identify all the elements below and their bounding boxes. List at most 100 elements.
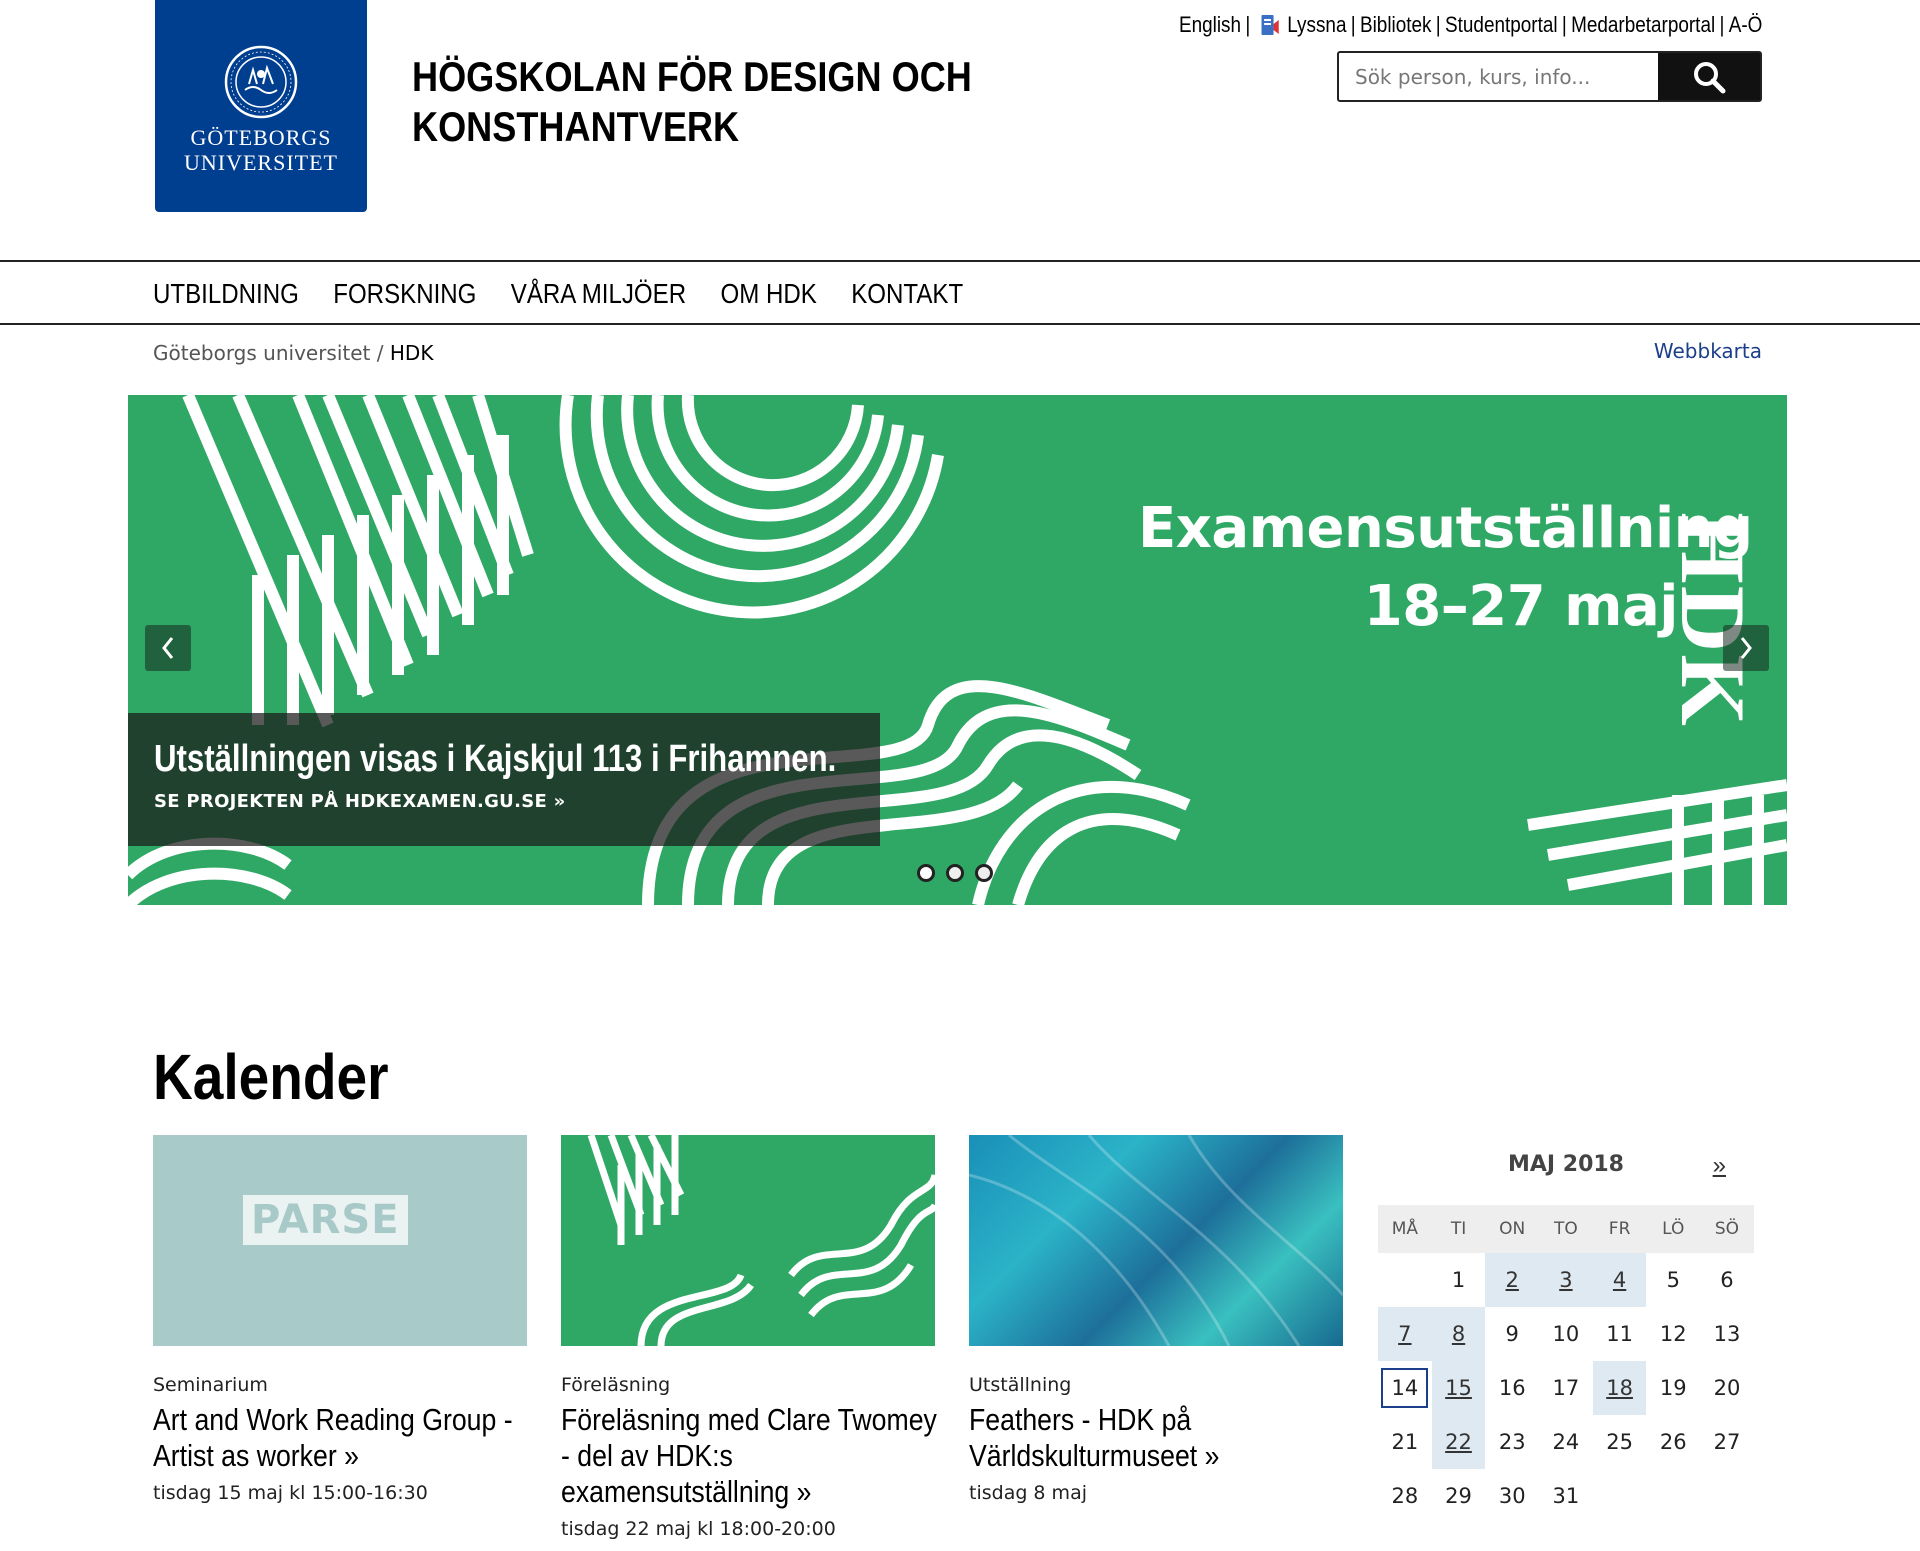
- arrow: »: [796, 1474, 812, 1509]
- calendar-day: 25: [1606, 1430, 1633, 1454]
- event-category: Föreläsning: [561, 1374, 671, 1396]
- event-card[interactable]: Föreläsning Föreläsning med Clare Twomey…: [561, 1135, 937, 1540]
- event-image[interactable]: [969, 1135, 1343, 1346]
- calendar-day: 24: [1552, 1430, 1580, 1454]
- nav-link[interactable]: FORSKNING: [333, 278, 476, 309]
- parse-logo: PARSE: [243, 1195, 408, 1245]
- hero-caption: Utställningen visas i Kajskjul 113 i Fri…: [128, 713, 880, 846]
- nav-link[interactable]: UTBILDNING: [153, 278, 299, 309]
- event-title[interactable]: Art and Work Reading Group - Artist as w…: [153, 1402, 531, 1474]
- event-category: Utställning: [969, 1374, 1072, 1396]
- arrow: »: [1204, 1438, 1220, 1473]
- nav-item-om-hdk[interactable]: OM HDK: [721, 278, 817, 310]
- nav-link[interactable]: OM HDK: [721, 278, 817, 309]
- nav-item-kontakt[interactable]: KONTAKT: [851, 278, 963, 310]
- calendar-month: MAJ 2018: [1508, 1152, 1624, 1177]
- hero-vertical-text: HDK: [1662, 512, 1764, 728]
- search-button[interactable]: [1658, 53, 1760, 100]
- nav-item-forskning[interactable]: FORSKNING: [333, 278, 476, 310]
- calendar-header: MAJ 2018 »: [1378, 1135, 1754, 1205]
- calendar-weekday: SÖ: [1700, 1205, 1754, 1253]
- calendar-day: 16: [1498, 1376, 1526, 1400]
- calendar-day: 31: [1552, 1484, 1580, 1508]
- separator: |: [1561, 12, 1567, 37]
- event-card[interactable]: Utställning Feathers - HDK på Världskult…: [969, 1135, 1343, 1504]
- carousel-dot-2[interactable]: [946, 864, 964, 882]
- search-input[interactable]: [1339, 53, 1658, 100]
- calendar-day-event[interactable]: 15: [1431, 1361, 1486, 1415]
- calendar-day: 28: [1391, 1484, 1419, 1508]
- event-title[interactable]: Feathers - HDK på Världskulturmuseet »: [969, 1402, 1347, 1474]
- nav-item-utbildning[interactable]: UTBILDNING: [153, 278, 299, 310]
- calendar-day: 6: [1720, 1268, 1734, 1292]
- event-date: tisdag 15 maj kl 15:00-16:30: [153, 1482, 428, 1504]
- carousel-prev-button[interactable]: [145, 625, 191, 671]
- site-title[interactable]: HÖGSKOLAN FÖR DESIGN OCH KONSTHANTVERK: [412, 52, 972, 152]
- event-image[interactable]: [561, 1135, 935, 1346]
- calendar-day-event[interactable]: 22: [1431, 1415, 1486, 1469]
- calendar-heading: Kalender: [153, 1041, 389, 1113]
- event-title-link[interactable]: Föreläsning med Clare Twomey - del av HD…: [561, 1402, 937, 1509]
- calendar-weekday: TO: [1539, 1205, 1593, 1253]
- calendar-day: 11: [1606, 1322, 1633, 1346]
- calendar-day: 1: [1451, 1268, 1466, 1292]
- hero-headline: Examensutställning 18–27 maj: [1138, 496, 1753, 639]
- calendar-day: 5: [1666, 1268, 1680, 1292]
- nav-item-vara-miljoer[interactable]: VÅRA MILJÖER: [511, 278, 686, 310]
- student-portal-link[interactable]: Studentportal: [1445, 12, 1558, 38]
- chevron-right-icon: [1740, 637, 1752, 659]
- event-category: Seminarium: [153, 1374, 268, 1396]
- search-icon: [1694, 61, 1726, 93]
- calendar-day: 26: [1659, 1430, 1687, 1454]
- separator: |: [1350, 12, 1356, 37]
- calendar-empty-cell: [1378, 1253, 1432, 1307]
- carousel-dot-1[interactable]: [917, 864, 935, 882]
- event-title[interactable]: Föreläsning med Clare Twomey - del av HD…: [561, 1402, 939, 1510]
- calendar-day: 19: [1659, 1376, 1687, 1400]
- arrow: »: [344, 1438, 359, 1473]
- hero-carousel[interactable]: Examensutställning 18–27 maj HDK Utställ…: [128, 395, 1787, 905]
- calendar-day-event[interactable]: 2: [1485, 1253, 1540, 1307]
- calendar-next-button[interactable]: »: [1713, 1152, 1726, 1180]
- calendar-weekday: LÖ: [1646, 1205, 1701, 1253]
- calendar-day-event[interactable]: 4: [1592, 1253, 1647, 1307]
- calendar-day: 20: [1713, 1376, 1741, 1400]
- calendar-day-event[interactable]: 7: [1378, 1307, 1432, 1361]
- carousel-next-button[interactable]: [1723, 625, 1769, 671]
- english-link[interactable]: English: [1179, 12, 1241, 38]
- calendar-day-event[interactable]: 8: [1431, 1307, 1486, 1361]
- calendar-day: 27: [1713, 1430, 1741, 1454]
- nav-link[interactable]: KONTAKT: [851, 278, 963, 309]
- listen-link[interactable]: Lyssna: [1287, 12, 1346, 38]
- university-logo[interactable]: GÖTEBORGS UNIVERSITET: [155, 0, 367, 212]
- listen-icon[interactable]: [1259, 12, 1281, 38]
- search-bar: [1337, 51, 1762, 102]
- calendar-day: 12: [1659, 1322, 1687, 1346]
- calendar-weekday: MÅ: [1378, 1205, 1432, 1253]
- breadcrumb: Göteborgs universitet / HDK: [153, 341, 433, 365]
- calendar-weekday: ON: [1485, 1205, 1540, 1253]
- hero-caption-link[interactable]: SE PROJEKTEN PÅ HDKEXAMEN.GU.SE »: [154, 791, 566, 812]
- calendar-day: 23: [1498, 1430, 1526, 1454]
- separator: |: [1719, 12, 1725, 37]
- carousel-dot-3[interactable]: [975, 864, 993, 882]
- separator: |: [1244, 12, 1250, 37]
- a-to-z-link[interactable]: A-Ö: [1728, 12, 1762, 38]
- calendar-day: 17: [1552, 1376, 1580, 1400]
- event-image[interactable]: PARSE: [153, 1135, 527, 1346]
- event-graphic: [587, 1135, 935, 1346]
- calendar-weekday: TI: [1431, 1205, 1486, 1253]
- event-title-link[interactable]: Art and Work Reading Group - Artist as w…: [153, 1402, 513, 1473]
- event-title-link[interactable]: Feathers - HDK på Världskulturmuseet: [969, 1402, 1197, 1473]
- calendar-day-event[interactable]: 18: [1592, 1361, 1647, 1415]
- calendar-weekday: FR: [1592, 1205, 1647, 1253]
- nav-link[interactable]: VÅRA MILJÖER: [511, 278, 686, 309]
- library-link[interactable]: Bibliotek: [1360, 12, 1432, 38]
- calendar-day-event[interactable]: 3: [1539, 1253, 1593, 1307]
- calendar-day: 10: [1552, 1322, 1580, 1346]
- breadcrumb-root[interactable]: Göteborgs universitet: [153, 341, 370, 365]
- event-date: tisdag 22 maj kl 18:00-20:00: [561, 1518, 836, 1540]
- sitemap-link[interactable]: Webbkarta: [1654, 339, 1762, 363]
- staff-portal-link[interactable]: Medarbetarportal: [1571, 12, 1715, 38]
- event-card[interactable]: PARSE Seminarium Art and Work Reading Gr…: [153, 1135, 527, 1504]
